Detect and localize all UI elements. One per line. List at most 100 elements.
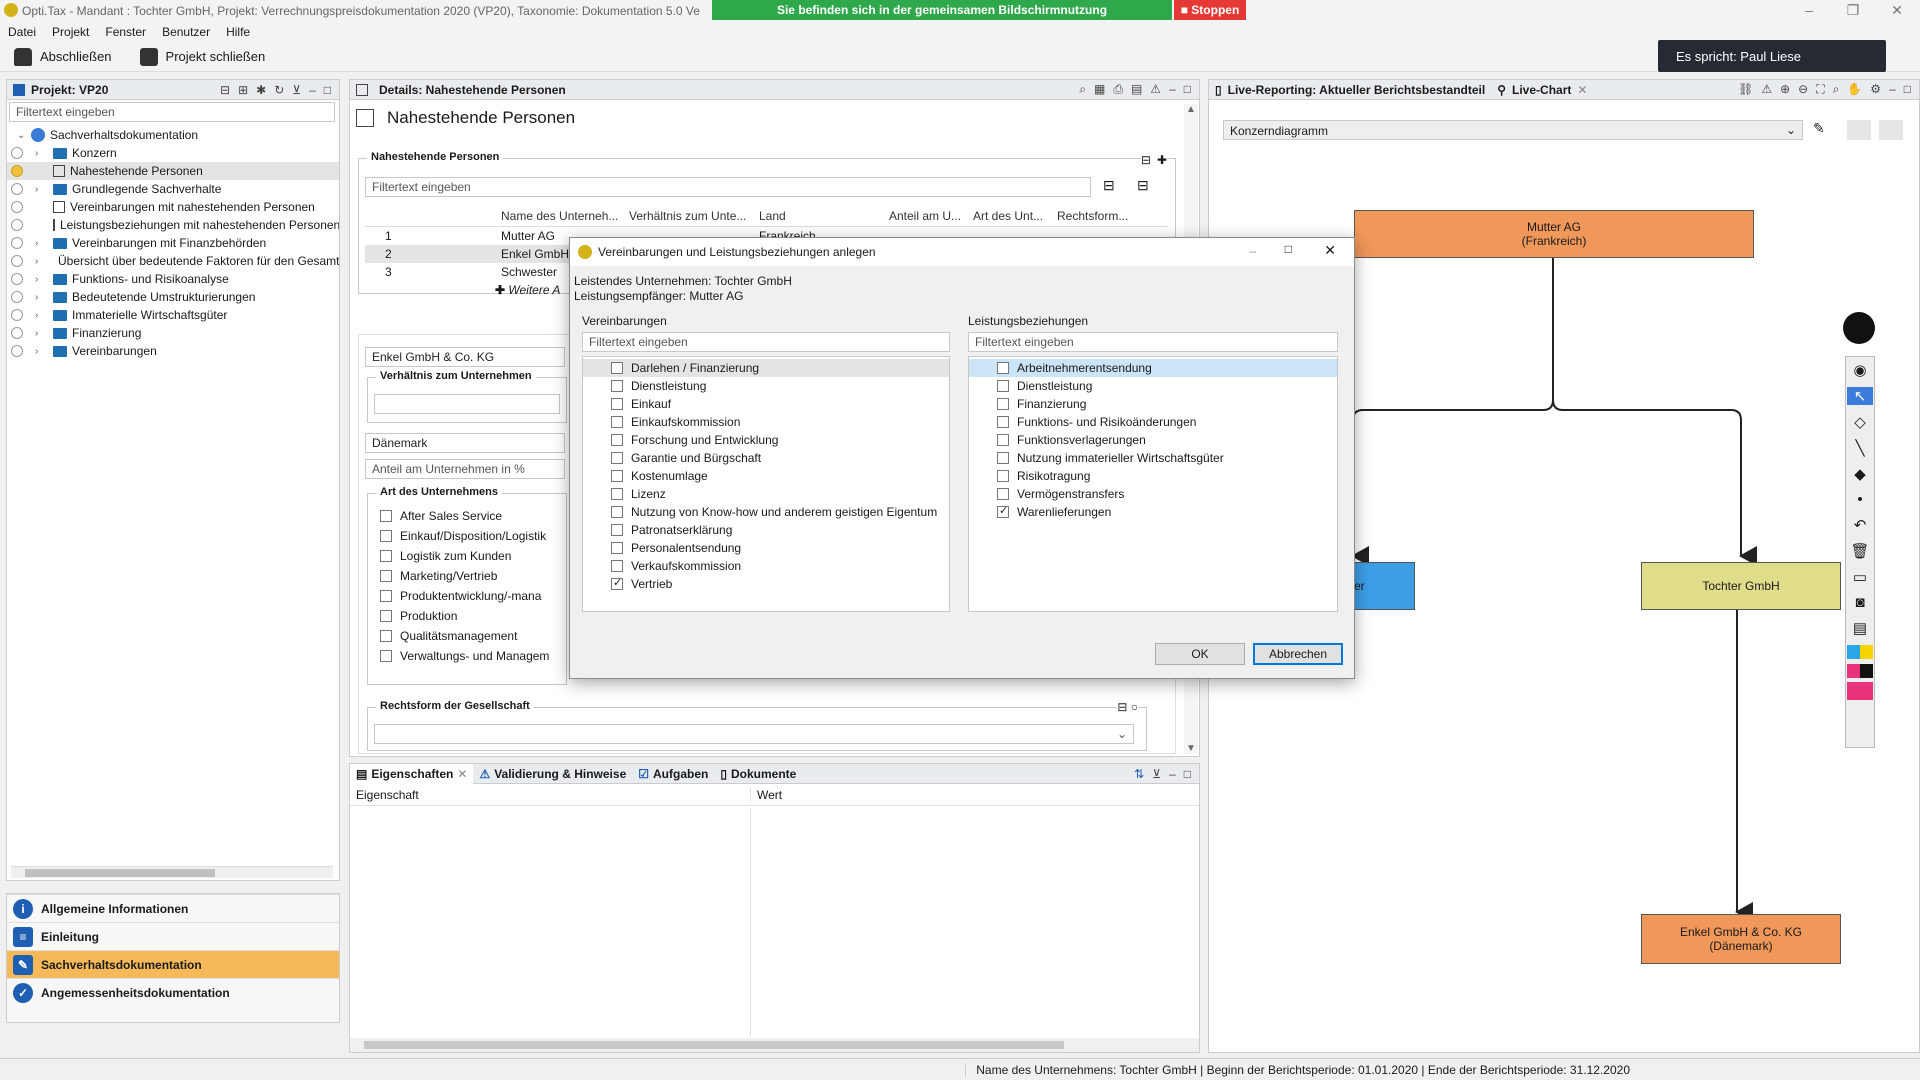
chevron-right-icon[interactable]: › xyxy=(35,292,38,303)
list-item[interactable]: Vermögenstransfers xyxy=(969,485,1337,503)
tag-icon[interactable]: ◇ xyxy=(1854,413,1866,431)
list-item[interactable]: Finanzierung xyxy=(969,395,1337,413)
col-name[interactable]: Name des Unterneh... xyxy=(495,209,623,223)
table-icon[interactable]: ▤ xyxy=(1131,82,1142,97)
undo-icon[interactable]: ↶ xyxy=(1854,516,1867,534)
line-icon[interactable]: ╲ xyxy=(1855,439,1864,457)
menu-datei[interactable]: Datei xyxy=(0,25,44,39)
list-item[interactable]: Lizenz xyxy=(583,485,949,503)
stop-sharing-button[interactable]: ■ Stoppen xyxy=(1174,0,1246,20)
ok-button[interactable]: OK xyxy=(1155,643,1245,665)
type-option[interactable]: Produktion xyxy=(380,606,566,626)
checkbox[interactable] xyxy=(997,488,1009,500)
menu-benutzer[interactable]: Benutzer xyxy=(154,25,218,39)
checkbox[interactable] xyxy=(380,590,392,602)
tree-scrollbar-thumb[interactable] xyxy=(25,869,215,877)
checkbox[interactable] xyxy=(611,506,623,518)
type-option[interactable]: After Sales Service xyxy=(380,506,566,526)
dialog-minimize-icon[interactable]: – xyxy=(1249,244,1256,258)
tree-item-vereinbarungen-personen[interactable]: Vereinbarungen mit nahestehenden Persone… xyxy=(7,198,339,216)
dialog-close-icon[interactable]: ✕ xyxy=(1324,242,1336,259)
relations-filter-input[interactable]: Filtertext eingeben xyxy=(968,332,1338,352)
chevron-right-icon[interactable]: › xyxy=(35,328,38,339)
list-item[interactable]: Personalentsendung xyxy=(583,539,949,557)
node-mother[interactable]: Mutter AG (Frankreich) xyxy=(1354,210,1754,258)
col-type[interactable]: Art des Unt... xyxy=(967,209,1051,223)
search-icon[interactable]: ⌕ xyxy=(1079,82,1086,97)
monitor-icon[interactable]: ▭ xyxy=(1853,568,1867,586)
panel-maximize-icon[interactable]: □ xyxy=(1184,767,1191,781)
trash-icon[interactable]: 🗑 xyxy=(1850,542,1869,560)
chevron-right-icon[interactable]: › xyxy=(35,310,38,321)
eye-icon[interactable]: ◉ xyxy=(1853,361,1866,379)
chevron-right-icon[interactable]: › xyxy=(35,238,38,249)
menu-hilfe[interactable]: Hilfe xyxy=(218,25,258,39)
collapse-icon[interactable]: ⊟ xyxy=(1141,153,1151,167)
dot-icon[interactable]: • xyxy=(1857,491,1862,508)
warning-icon[interactable]: ⚠ xyxy=(1150,82,1161,97)
checkbox[interactable] xyxy=(997,398,1009,410)
type-option[interactable]: Verwaltungs- und Managem xyxy=(380,646,566,666)
tree-item-leistungsbeziehungen[interactable]: Leistungsbeziehungen mit nahestehenden P… xyxy=(7,216,339,234)
checkbox[interactable] xyxy=(611,380,623,392)
checkbox[interactable] xyxy=(611,488,623,500)
close-tab-icon[interactable]: ✕ xyxy=(457,767,467,781)
list-item[interactable]: Funktionsverlagerungen xyxy=(969,431,1337,449)
tab-aufgaben[interactable]: ☑ Aufgaben xyxy=(632,767,714,781)
properties-scrollbar[interactable] xyxy=(350,1038,1199,1052)
list-item[interactable]: Garantie und Bürgschaft xyxy=(583,449,949,467)
minimize-icon[interactable]: – xyxy=(1794,0,1824,20)
checkbox[interactable] xyxy=(611,434,623,446)
tree-item-umstrukturierungen[interactable]: › Bedeutetende Umstrukturierungen xyxy=(7,288,339,306)
list-item[interactable]: Kostenumlage xyxy=(583,467,949,485)
col-legal[interactable]: Rechtsform... xyxy=(1051,209,1135,223)
tree-item-immaterielle[interactable]: › Immaterielle Wirtschaftsgüter xyxy=(7,306,339,324)
tree-item-finanzierung[interactable]: › Finanzierung xyxy=(7,324,339,342)
sort-icon[interactable]: ⇅ xyxy=(1134,767,1144,781)
list-item[interactable]: Nutzung von Know-how und anderem geistig… xyxy=(583,503,949,521)
checkbox[interactable] xyxy=(611,398,623,410)
type-option[interactable]: Marketing/Vertrieb xyxy=(380,566,566,586)
type-option[interactable]: Produktentwicklung/-mana xyxy=(380,586,566,606)
checkbox[interactable] xyxy=(380,610,392,622)
tree-scrollbar[interactable] xyxy=(11,866,333,878)
navigator-icon[interactable] xyxy=(1843,312,1875,344)
color-palette-icon[interactable] xyxy=(1847,645,1873,705)
list-item[interactable]: Dienstleistung xyxy=(969,377,1337,395)
checkbox[interactable] xyxy=(380,550,392,562)
type-option[interactable]: Logistik zum Kunden xyxy=(380,546,566,566)
node-grandchild[interactable]: Enkel GmbH & Co. KG (Dänemark) xyxy=(1641,914,1841,964)
project-filter-input[interactable]: Filtertext eingeben xyxy=(9,102,335,122)
col-country[interactable]: Land xyxy=(753,209,883,223)
star-icon[interactable]: ✱ xyxy=(256,83,266,97)
checkbox[interactable] xyxy=(380,650,392,662)
menu-fenster[interactable]: Fenster xyxy=(97,25,154,39)
panel-minimize-icon[interactable]: – xyxy=(1169,82,1176,97)
scrollbar-thumb[interactable] xyxy=(364,1041,1064,1049)
tab-validierung[interactable]: ⚠ Validierung & Hinweise xyxy=(473,767,632,781)
col-relation[interactable]: Verhältnis zum Unte... xyxy=(623,209,753,223)
collapse-icon[interactable]: ⊟ xyxy=(220,83,230,97)
tree-item-sachverhalt[interactable]: ⌄ Sachverhaltsdokumentation xyxy=(7,126,339,144)
list-item[interactable]: Vertrieb xyxy=(583,575,949,593)
list-item[interactable]: Verkaufskommission xyxy=(583,557,949,575)
checkbox[interactable] xyxy=(611,416,623,428)
tree-item-vereinbarungen[interactable]: › Vereinbarungen xyxy=(7,342,339,360)
chevron-down-icon[interactable]: ▼ xyxy=(1186,743,1196,754)
chevron-up-icon[interactable]: ▲ xyxy=(1186,104,1196,115)
tree-item-finanzbehoerden[interactable]: › Vereinbarungen mit Finanzbehörden xyxy=(7,234,339,252)
settings-icon[interactable]: ⊟ xyxy=(1137,177,1149,194)
nav-sachverhaltsdokumentation[interactable]: ✎ Sachverhaltsdokumentation xyxy=(7,950,339,978)
chevron-right-icon[interactable]: › xyxy=(35,184,38,195)
nav-angemessenheitsdokumentation[interactable]: ✓ Angemessenheitsdokumentation xyxy=(7,978,339,1006)
list-item[interactable]: Einkauf xyxy=(583,395,949,413)
add-icon[interactable]: ✚ xyxy=(1157,153,1167,167)
print-icon[interactable]: ⎙ xyxy=(1113,82,1123,97)
tree-item-uebersicht[interactable]: › Übersicht über bedeutende Faktoren für … xyxy=(7,252,339,270)
list-item[interactable]: Einkaufskommission xyxy=(583,413,949,431)
checkbox[interactable] xyxy=(997,470,1009,482)
checkbox[interactable] xyxy=(380,530,392,542)
filter-icon[interactable]: ⊻ xyxy=(1152,767,1161,781)
checkbox[interactable] xyxy=(997,380,1009,392)
clipboard-icon[interactable]: ▤ xyxy=(1853,619,1867,637)
